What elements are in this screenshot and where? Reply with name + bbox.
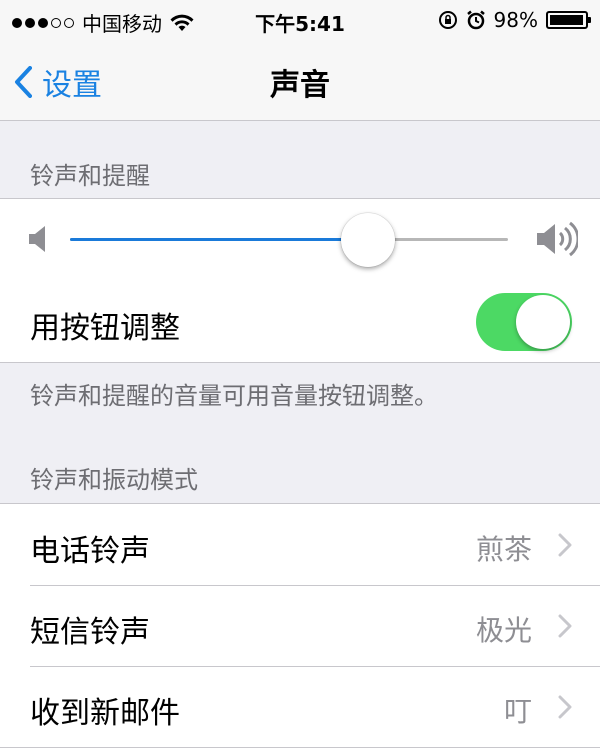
volume-slider-fill [70,238,368,241]
list-item-new-mail[interactable]: 收到新邮件 叮 [0,666,600,747]
rotation-lock-icon [438,11,457,29]
status-right: 98% [438,8,591,32]
section-header-ringer: 铃声和提醒 [30,162,150,190]
chevron-right-icon [558,533,572,557]
list-item-label: 短信铃声 [30,615,150,650]
change-with-buttons-row: 用按钮调整 [0,281,600,362]
volume-slider[interactable] [70,238,508,241]
list-item-text-tone[interactable]: 短信铃声 极光 [0,585,600,666]
page-title: 声音 [270,68,330,103]
list-item-value: 煎茶 [475,533,532,566]
chevron-right-icon [558,695,572,719]
change-with-buttons-label: 用按钮调整 [30,311,180,346]
ringer-footer-note: 铃声和提醒的音量可用音量按钮调整。 [30,382,438,410]
section-header-patterns: 铃声和振动模式 [30,466,198,494]
volume-low-icon [29,226,45,252]
battery-icon [546,11,591,29]
volume-high-icon [537,221,578,257]
list-item-value: 极光 [475,614,532,647]
volume-slider-thumb[interactable] [340,213,395,267]
toggle-knob [516,295,570,349]
battery-percent: 98% [493,8,538,32]
list-item-ringtone[interactable]: 电话铃声 煎茶 [0,504,600,585]
ringer-group: 用按钮调整 [0,198,600,363]
chevron-right-icon [558,614,572,638]
volume-slider-row [0,199,600,281]
navigation-bar: 设置 声音 [0,40,600,121]
list-item-label: 电话铃声 [30,534,150,569]
list-item-value: 叮 [503,695,532,728]
status-bar: 中国移动 下午5:41 98% [0,0,600,40]
alarm-icon [466,10,485,30]
change-with-buttons-toggle[interactable] [476,293,572,351]
list-item-label: 收到新邮件 [30,696,180,731]
patterns-group: 电话铃声 煎茶 短信铃声 极光 收到新邮件 叮 [0,503,600,748]
